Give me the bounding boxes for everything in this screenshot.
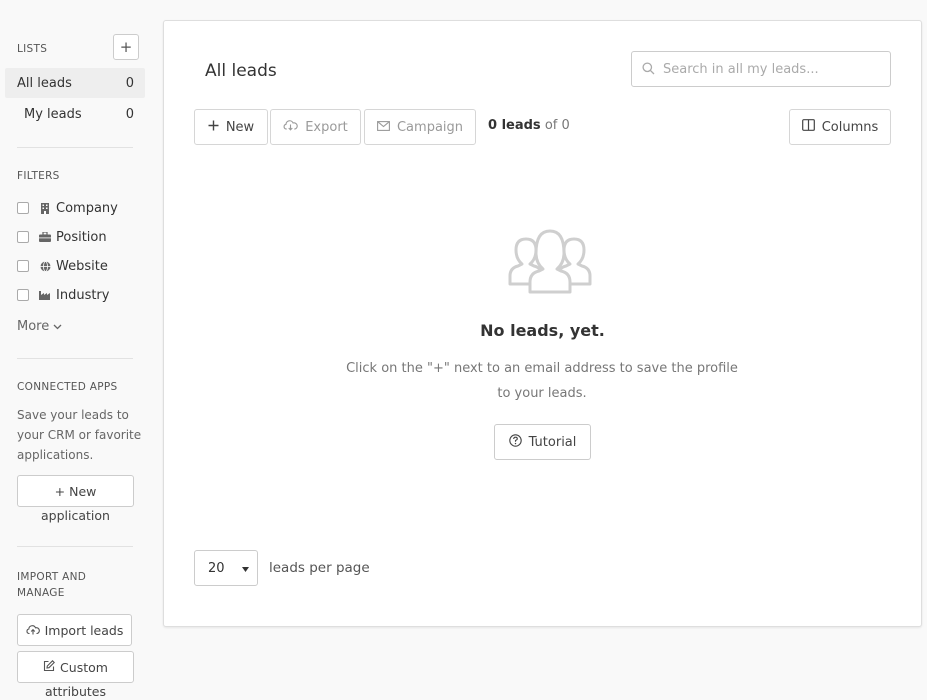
connected-apps-title: CONNECTED APPS	[17, 381, 118, 393]
chevron-down-icon	[53, 319, 62, 334]
filter-company[interactable]: Company	[17, 199, 118, 217]
columns-button[interactable]: Columns	[789, 109, 891, 145]
sidebar-item-label: My leads	[24, 106, 82, 122]
filter-industry[interactable]: Industry	[17, 286, 109, 304]
import-leads-button[interactable]: Import leads	[17, 614, 132, 646]
divider	[17, 147, 133, 148]
columns-icon	[801, 119, 815, 135]
custom-attributes-label: Custom	[60, 659, 108, 675]
search-icon	[642, 60, 655, 79]
filter-website[interactable]: Website	[17, 257, 108, 275]
more-filters-button[interactable]: More	[17, 319, 62, 334]
leads-count-value: 0 leads	[488, 118, 541, 133]
filter-checkbox[interactable]	[17, 260, 29, 272]
sidebar-item-all-leads[interactable]: All leads 0	[5, 68, 145, 98]
filter-label: Position	[56, 229, 107, 245]
question-circle-icon	[508, 433, 522, 451]
add-list-button[interactable]: +	[113, 34, 139, 60]
divider	[17, 546, 133, 547]
filter-checkbox[interactable]	[17, 231, 29, 243]
new-application-label: + New	[54, 483, 97, 499]
export-label: Export	[305, 119, 348, 135]
per-page-label: leads per page	[269, 560, 370, 576]
lists-section-title: LISTS	[17, 43, 48, 55]
campaign-label: Campaign	[396, 119, 464, 135]
sidebar-item-my-leads[interactable]: My leads 0	[5, 99, 145, 129]
industry-icon	[38, 290, 52, 300]
leads-panel: All leads New Export Campaign 0 leads of…	[163, 20, 922, 627]
sidebar: LISTS + All leads 0 My leads 0 FILTERS C…	[0, 0, 150, 700]
search-input[interactable]	[663, 61, 878, 77]
building-icon	[38, 202, 52, 214]
briefcase-icon	[38, 232, 52, 242]
leads-count-total: of 0	[544, 118, 570, 133]
export-button[interactable]: Export	[270, 109, 361, 145]
empty-state-title: No leads, yet.	[480, 321, 605, 340]
search-box[interactable]	[631, 51, 891, 87]
globe-icon	[38, 260, 52, 272]
new-application-button[interactable]: + New	[17, 475, 134, 507]
page-title: All leads	[205, 61, 277, 81]
filter-label: Website	[56, 258, 108, 274]
empty-state-text: Click on the "+" next to an email addres…	[346, 361, 738, 401]
filter-label: Industry	[56, 287, 110, 303]
tutorial-button[interactable]: Tutorial	[494, 424, 591, 460]
edit-icon	[43, 659, 56, 675]
campaign-button[interactable]: Campaign	[364, 109, 476, 145]
users-group-icon	[506, 226, 594, 302]
columns-label: Columns	[821, 119, 879, 135]
cloud-upload-icon	[26, 623, 40, 638]
new-application-label-continued: application	[41, 508, 110, 523]
sidebar-item-count: 0	[125, 75, 134, 91]
per-page-select[interactable]: 20	[194, 550, 258, 586]
cloud-download-icon	[283, 119, 298, 135]
filters-section-title: FILTERS	[17, 170, 60, 182]
new-lead-button[interactable]: New	[194, 109, 268, 145]
sidebar-item-count: 0	[125, 106, 134, 122]
caret-down-icon	[242, 561, 249, 576]
custom-attributes-button[interactable]: Custom	[17, 651, 134, 683]
envelope-icon	[377, 120, 390, 135]
sidebar-item-label: All leads	[17, 75, 72, 91]
filter-position[interactable]: Position	[17, 228, 107, 246]
filter-label: Company	[56, 200, 118, 216]
filter-checkbox[interactable]	[17, 202, 29, 214]
import-manage-title: IMPORT AND MANAGE	[17, 571, 87, 599]
import-leads-label: Import leads	[44, 622, 124, 638]
per-page-value: 20	[208, 560, 225, 576]
new-lead-label: New	[225, 119, 255, 135]
divider	[17, 358, 133, 359]
more-label: More	[17, 319, 50, 334]
plus-icon	[208, 120, 219, 135]
leads-count: 0 leads of 0	[488, 118, 570, 133]
custom-attributes-label-continued: attributes	[44, 684, 107, 699]
filter-checkbox[interactable]	[17, 289, 29, 301]
tutorial-label: Tutorial	[528, 434, 577, 450]
connected-apps-description: Save your leads to your CRM or favorite …	[17, 408, 142, 462]
